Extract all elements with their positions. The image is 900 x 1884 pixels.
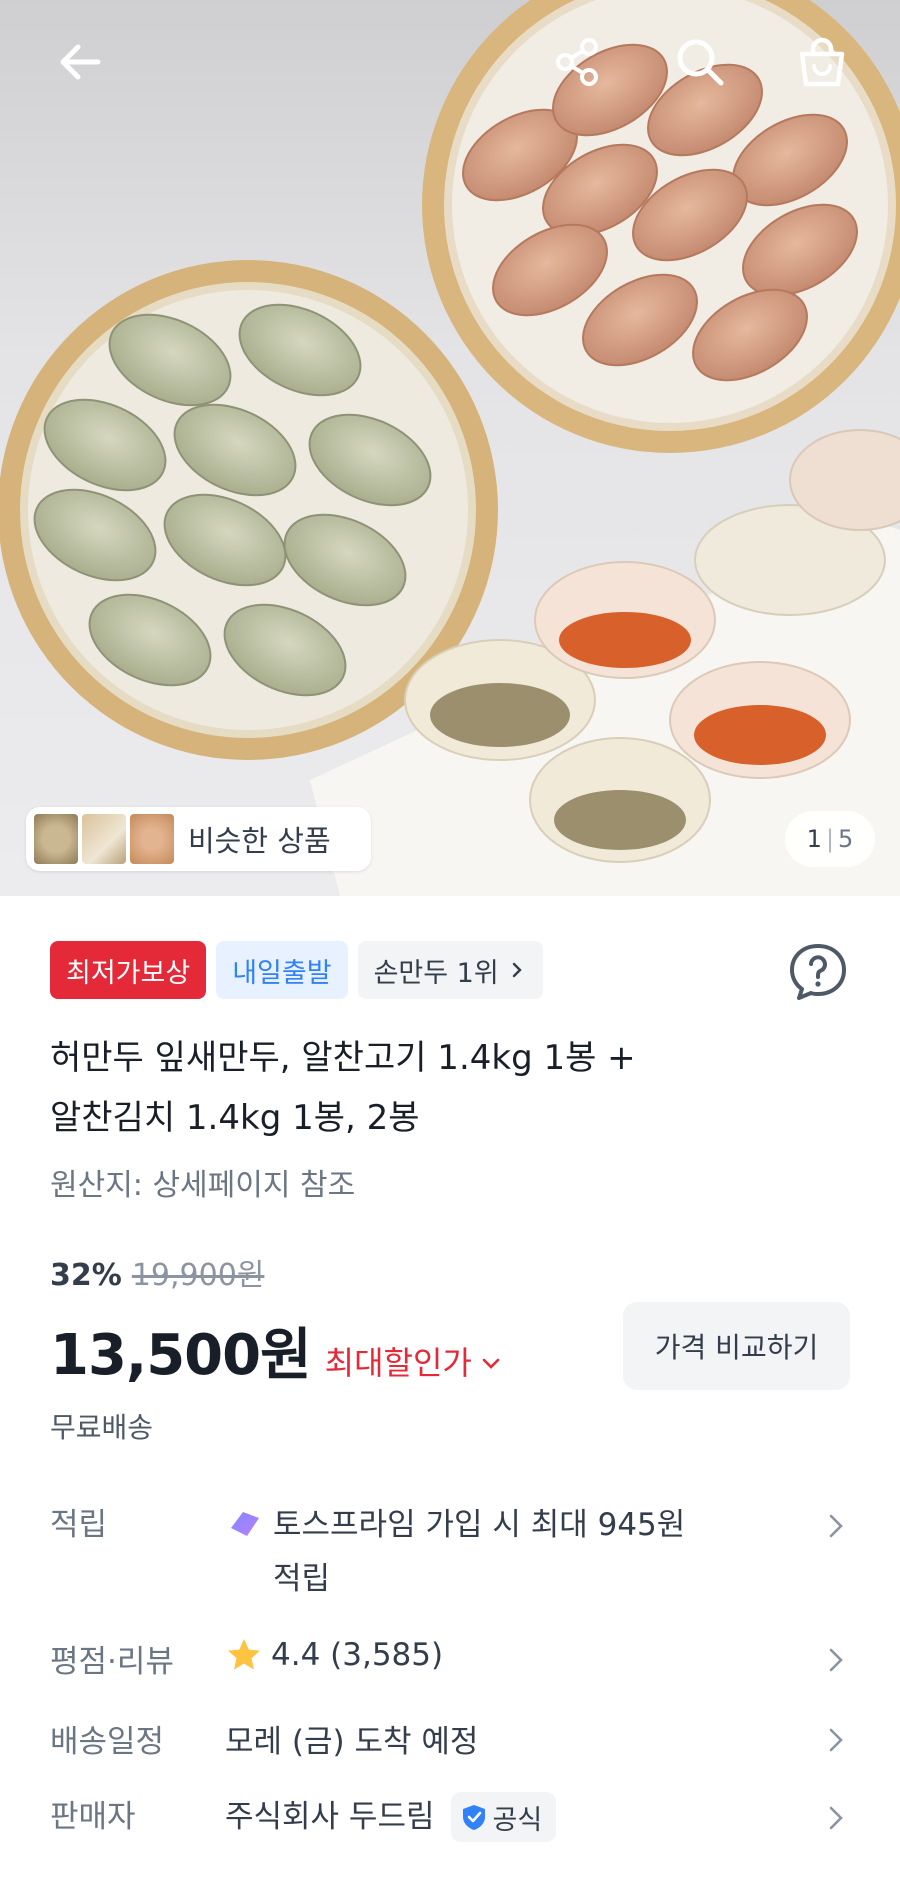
image-pager: 1 | 5 xyxy=(785,811,875,867)
star-icon xyxy=(228,1639,260,1670)
discount-row: 32% 19,900원 xyxy=(50,1250,264,1294)
compare-price-button[interactable]: 가격 비교하기 xyxy=(623,1302,850,1390)
points-line: 적립 xyxy=(273,1561,331,1597)
chevron-down-icon[interactable] xyxy=(480,1352,502,1374)
shipping-text: 무료배송 xyxy=(50,1411,154,1444)
rating-key: 평점·리뷰 xyxy=(50,1644,174,1680)
category-rank-badge[interactable]: 손만두 1위 xyxy=(357,941,543,999)
seller-key: 판매자 xyxy=(50,1799,136,1835)
chevron-right-icon xyxy=(829,1728,843,1752)
delivery-key: 배송일정 xyxy=(50,1724,165,1760)
official-badge: 공식 xyxy=(450,1792,557,1842)
rating-text: 4.4 (3,585) xyxy=(271,1637,444,1673)
search-icon xyxy=(677,39,724,86)
seller-name: 주식회사 두드림 xyxy=(225,1799,435,1835)
points-value: 토스프라임 가입 시 최대 945원 적립 xyxy=(225,1498,850,1606)
original-price: 19,900원 xyxy=(131,1258,265,1293)
delivery-row[interactable]: 배송일정 모레 (금) 도착 예정 xyxy=(50,1716,850,1761)
pager-current: 1 xyxy=(806,825,822,853)
price-row: 13,500원 최대할인가 xyxy=(50,1310,502,1391)
max-discount-link[interactable]: 최대할인가 xyxy=(325,1338,472,1384)
similar-thumb xyxy=(34,814,78,864)
badge-row: 최저가보상 내일출발 손만두 1위 xyxy=(50,941,553,999)
chevron-right-icon xyxy=(829,1514,843,1538)
seller-row[interactable]: 판매자 주식회사 두드림 공식 xyxy=(50,1792,850,1842)
similar-products-button[interactable]: 비슷한 상품 xyxy=(26,807,371,871)
current-price: 13,500원 xyxy=(50,1323,312,1388)
discount-percent: 32% xyxy=(50,1258,122,1293)
rating-row[interactable]: 평점·리뷰 4.4 (3,585) xyxy=(50,1636,850,1681)
product-title-line: 허만두 잎새만두, 알찬고기 1.4kg 1봉 + xyxy=(50,1038,636,1078)
chevron-right-icon xyxy=(829,1806,843,1830)
verified-shield-icon xyxy=(462,1805,485,1830)
points-line: 토스프라임 가입 시 최대 945원 xyxy=(273,1507,686,1543)
share-icon xyxy=(556,38,598,86)
similar-thumb xyxy=(130,814,174,864)
lowest-price-badge[interactable]: 최저가보상 xyxy=(50,941,207,999)
help-chat-icon[interactable] xyxy=(786,940,850,1004)
origin-text: 원산지: 상세페이지 참조 xyxy=(50,1168,356,1203)
official-label: 공식 xyxy=(492,1804,543,1836)
points-key: 적립 xyxy=(50,1507,108,1543)
pager-total: 5 xyxy=(838,825,854,853)
product-title: 허만두 잎새만두, 알찬고기 1.4kg 1봉 + 알찬김치 1.4kg 1봉,… xyxy=(50,1028,770,1148)
similar-products-label: 비슷한 상품 xyxy=(188,824,331,858)
points-row[interactable]: 적립 토스프라임 가입 시 최대 945원 적립 xyxy=(50,1498,850,1606)
delivery-value: 모레 (금) 도착 예정 xyxy=(225,1724,479,1760)
tomorrow-ship-badge: 내일출발 xyxy=(216,941,348,999)
chevron-right-icon xyxy=(829,1648,843,1672)
search-button[interactable] xyxy=(660,22,740,102)
arrow-left-icon xyxy=(60,44,101,80)
shopping-bag-icon xyxy=(799,37,845,87)
rating-value: 4.4 (3,585) xyxy=(225,1636,850,1674)
similar-thumb xyxy=(82,814,126,864)
product-title-line: 알찬김치 1.4kg 1봉, 2봉 xyxy=(50,1098,420,1138)
chevron-right-icon xyxy=(512,962,522,978)
share-button[interactable] xyxy=(538,22,618,102)
category-rank-label: 손만두 1위 xyxy=(373,957,499,989)
toss-prime-icon xyxy=(231,1512,259,1536)
dumpling-photo xyxy=(0,0,900,896)
cart-button[interactable] xyxy=(782,22,862,102)
seller-value: 주식회사 두드림 공식 xyxy=(225,1792,850,1842)
back-button[interactable] xyxy=(40,22,120,102)
pager-separator: | xyxy=(825,825,835,853)
product-image[interactable]: 비슷한 상품 1 | 5 xyxy=(0,0,900,896)
